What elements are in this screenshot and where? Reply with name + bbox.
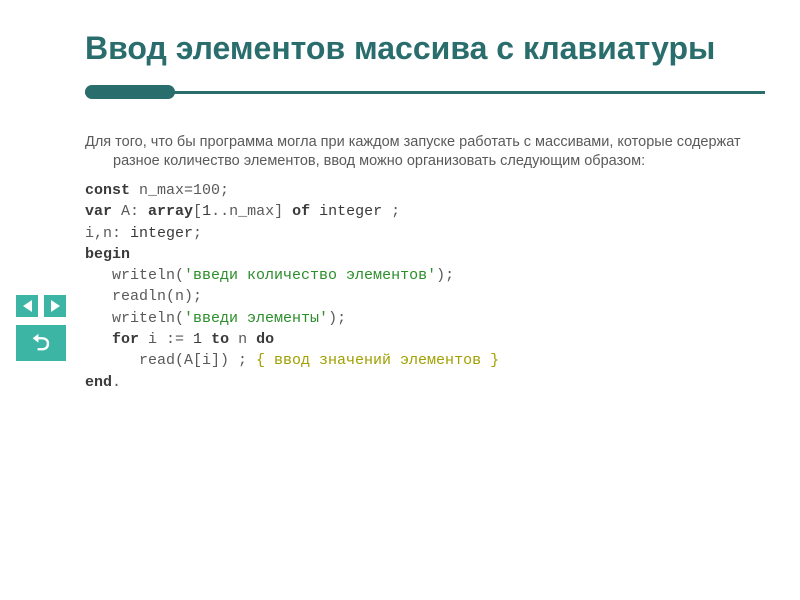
nav-row <box>16 295 66 317</box>
code-line-4: begin <box>85 244 765 265</box>
code-line-6: readln(n); <box>85 286 765 307</box>
return-icon: ⮌ <box>32 332 50 354</box>
code-line-2: var A: array[1..n_max] of integer ; <box>85 201 765 222</box>
next-button[interactable] <box>44 295 66 317</box>
return-button[interactable]: ⮌ <box>16 325 66 361</box>
code-line-10: end. <box>85 372 765 393</box>
slide-content: Ввод элементов массива с клавиатуры Для … <box>85 30 765 393</box>
code-line-3: i,n: integer; <box>85 223 765 244</box>
slide-title: Ввод элементов массива с клавиатуры <box>85 30 765 67</box>
intro-paragraph: Для того, что бы программа могла при каж… <box>85 133 765 172</box>
code-line-1: const n_max=100; <box>85 180 765 201</box>
prev-button[interactable] <box>16 295 38 317</box>
code-line-9: read(A[i]) ; { ввод значений элементов } <box>85 350 765 371</box>
triangle-left-icon <box>23 300 32 312</box>
code-line-7: writeln('введи элементы'); <box>85 308 765 329</box>
title-divider <box>85 85 765 99</box>
code-line-5: writeln('введи количество элементов'); <box>85 265 765 286</box>
code-line-8: for i := 1 to n do <box>85 329 765 350</box>
triangle-right-icon <box>51 300 60 312</box>
slide-nav: ⮌ <box>16 295 66 361</box>
code-block: const n_max=100; var A: array[1..n_max] … <box>85 180 765 393</box>
divider-line <box>85 91 765 94</box>
divider-cap <box>85 85 175 99</box>
